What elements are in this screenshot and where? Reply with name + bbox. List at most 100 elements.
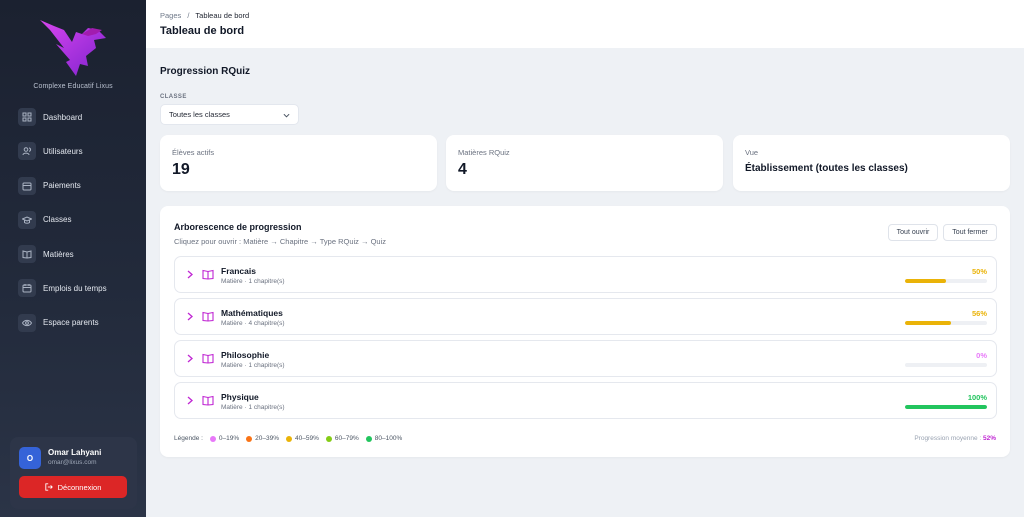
legend-dot	[325, 435, 332, 442]
breadcrumb-separator: /	[187, 11, 190, 20]
legend-label: 40–59%	[295, 435, 319, 442]
stat-card-rquiz-subjects: Matières RQuiz 4	[446, 135, 723, 191]
chevron-right-icon[interactable]	[186, 354, 194, 363]
legend-item: 0–19%	[209, 435, 240, 442]
class-select-value: Toutes les classes	[169, 110, 230, 119]
progress-bar	[905, 363, 987, 367]
class-select[interactable]: Toutes les classes	[160, 104, 299, 125]
school-name: Complexe Educatif Lixus	[33, 83, 113, 90]
legend-dot	[246, 435, 253, 442]
subject-percent: 56%	[971, 309, 987, 318]
tree-title: Arborescence de progression	[174, 222, 302, 232]
legend-label: 20–39%	[255, 435, 280, 442]
sidebar-item-label: Paiements	[43, 181, 81, 191]
book-icon	[18, 245, 36, 264]
average-label: Progression moyenne :	[914, 435, 982, 442]
users-icon	[18, 142, 36, 161]
stat-label: Vue	[745, 148, 759, 157]
progress-bar-fill	[905, 405, 987, 409]
legend-title: Légende :	[174, 435, 203, 442]
stat-label: Matières RQuiz	[458, 148, 510, 157]
sidebar-item-label: Emplois du temps	[43, 283, 107, 293]
page-header: Pages / Tableau de bord Tableau de bord	[146, 0, 1024, 48]
logout-icon	[44, 483, 53, 491]
subject-meta: Matière · 4 chapitre(s)	[221, 320, 285, 327]
user-email: omar@lixus.com	[48, 459, 97, 466]
tree-subtitle: Cliquez pour ouvrir : Matière → Chapitre…	[174, 237, 387, 246]
subject-percent: 50%	[971, 267, 987, 276]
chevron-right-icon[interactable]	[186, 270, 194, 279]
subject-percent: 0%	[976, 351, 987, 360]
legend-item: 80–100%	[365, 435, 402, 442]
graduation-cap-icon	[18, 210, 36, 229]
legend-item: 60–79%	[325, 435, 359, 442]
chevron-right-icon[interactable]	[186, 396, 194, 405]
subject-name: Francais	[221, 266, 256, 276]
subject-meta: Matière · 1 chapitre(s)	[221, 404, 285, 411]
sidebar-item-label: Dashboard	[43, 112, 83, 122]
stat-value: Établissement (toutes les classes)	[745, 163, 908, 174]
stat-label: Élèves actifs	[172, 148, 215, 157]
stat-card-active-students: Élèves actifs 19	[160, 135, 437, 191]
subject-row[interactable]: Physique Matière · 1 chapitre(s) 100%	[174, 382, 997, 419]
progress-bar	[905, 321, 987, 325]
book-icon	[202, 311, 214, 322]
avatar: O	[19, 447, 41, 469]
stat-value: 4	[458, 161, 467, 178]
book-icon	[202, 269, 214, 280]
sidebar-item-parents[interactable]: Espace parents	[10, 313, 138, 333]
legend-dot	[286, 435, 293, 442]
sidebar-item-timetable[interactable]: Emplois du temps	[10, 278, 138, 298]
breadcrumb-current: Tableau de bord	[195, 11, 250, 20]
legend-item: 20–39%	[246, 435, 279, 442]
logout-button[interactable]: Déconnexion	[19, 476, 127, 498]
griffin-logo	[40, 20, 106, 76]
average-value: 52%	[982, 435, 996, 442]
sidebar-item-classes[interactable]: Classes	[10, 210, 138, 230]
sidebar: Complexe Educatif Lixus Dashboard Utilis…	[0, 0, 146, 517]
subject-row[interactable]: Philosophie Matière · 1 chapitre(s) 0%	[174, 340, 997, 377]
user-name: Omar Lahyani	[48, 448, 102, 457]
sidebar-item-label: Utilisateurs	[43, 146, 83, 156]
subject-row[interactable]: Mathématiques Matière · 4 chapitre(s) 56%	[174, 298, 997, 335]
sidebar-item-label: Matières	[43, 249, 74, 259]
logout-label: Déconnexion	[57, 482, 102, 492]
user-card: O Omar Lahyani omar@lixus.com Déconnexio…	[10, 437, 137, 509]
open-all-button[interactable]: Tout ouvrir	[888, 224, 938, 241]
legend-dot	[365, 435, 372, 442]
chevron-down-icon	[283, 113, 290, 118]
chevron-right-icon[interactable]	[186, 312, 194, 321]
wallet-icon	[18, 176, 36, 195]
progress-tree-card: Arborescence de progression Cliquez pour…	[160, 206, 1010, 457]
subject-percent: 100%	[967, 393, 987, 402]
class-filter-label: CLASSE	[160, 94, 187, 100]
subject-name: Physique	[221, 392, 259, 402]
subject-row[interactable]: Francais Matière · 1 chapitre(s) 50%	[174, 256, 997, 293]
sidebar-item-label: Classes	[43, 215, 72, 225]
sidebar-item-subjects[interactable]: Matières	[10, 244, 138, 264]
close-all-button[interactable]: Tout fermer	[943, 224, 997, 241]
subject-name: Philosophie	[221, 350, 270, 360]
progress-bar-fill	[905, 279, 946, 283]
eye-icon	[18, 313, 36, 332]
calendar-icon	[18, 279, 36, 298]
grid-icon	[18, 108, 36, 126]
legend-label: 60–79%	[334, 435, 359, 442]
subject-meta: Matière · 1 chapitre(s)	[221, 362, 285, 369]
legend-dot	[209, 435, 216, 442]
book-icon	[202, 395, 214, 406]
legend-label: 0–19%	[218, 435, 240, 442]
breadcrumb-root[interactable]: Pages	[160, 11, 181, 20]
sidebar-item-label: Espace parents	[43, 318, 99, 328]
sidebar-item-payments[interactable]: Paiements	[10, 176, 138, 196]
book-icon	[202, 353, 214, 364]
average-progress: Progression moyenne : 52%	[914, 435, 996, 442]
sidebar-item-users[interactable]: Utilisateurs	[10, 141, 138, 161]
subject-name: Mathématiques	[221, 308, 283, 318]
page-title: Tableau de bord	[160, 25, 245, 37]
section-title: Progression RQuiz	[160, 66, 251, 77]
subject-meta: Matière · 1 chapitre(s)	[221, 278, 285, 285]
stat-card-view: Vue Établissement (toutes les classes)	[733, 135, 1010, 191]
legend: Légende : 0–19% 20–39% 40–59% 60–79% 80–…	[174, 435, 402, 442]
sidebar-item-dashboard[interactable]: Dashboard	[10, 107, 138, 127]
